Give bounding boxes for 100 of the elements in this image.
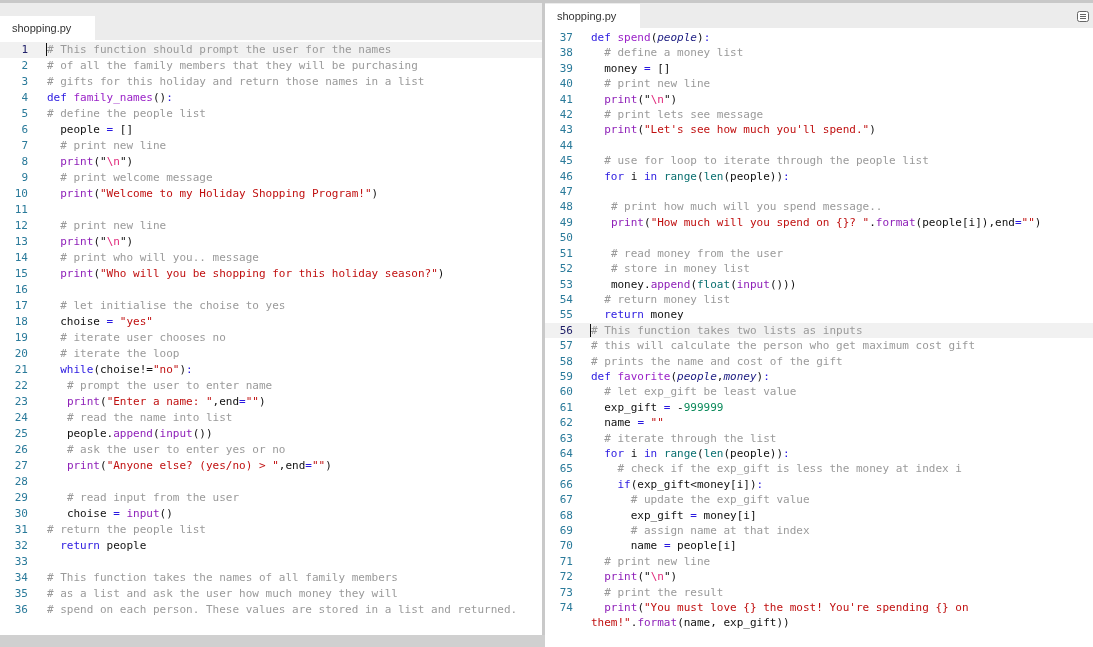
menu-icon[interactable] [1077, 11, 1089, 22]
line-number: 30 [13, 506, 28, 522]
code-line: choise = input() [65, 506, 174, 522]
code-line: while(choise!="no"): [59, 362, 194, 378]
code-line: exp_gift = money[i] [629, 507, 758, 523]
code-line: # prompt the user to enter name [65, 378, 274, 394]
code-line: print("Who will you be shopping for this holiday season?") [59, 266, 446, 282]
line-number: 49 [558, 214, 573, 231]
code-line: # let initialise the choise to yes [59, 298, 287, 314]
code-line: # This function should prompt the user for the names [47, 42, 393, 58]
code-line: print("\n") [59, 154, 135, 170]
text-cursor [46, 43, 47, 56]
line-number: 17 [13, 298, 28, 314]
line-number: 26 [13, 442, 28, 458]
code-line: # ask the user to enter yes or no [65, 442, 287, 458]
code-line: print("\n") [603, 91, 679, 108]
line-number: 39 [558, 60, 573, 77]
line-number: 36 [13, 602, 28, 618]
line-number: 25 [13, 426, 28, 442]
code-line: # This function takes the names of all family members [47, 570, 399, 586]
line-number: 37 [558, 30, 573, 46]
line-number: 10 [13, 186, 28, 202]
line-number: 67 [558, 492, 573, 508]
line-number: 4 [20, 90, 28, 106]
code-line: # print new line [603, 553, 712, 570]
code-line: print("Let's see how much you'll spend.") [603, 122, 877, 138]
line-number: 18 [13, 314, 28, 330]
code-line: # use for loop to iterate through the people list [603, 153, 930, 169]
code-line: def spend(people): [591, 30, 712, 46]
line-number: 27 [13, 458, 28, 474]
code-line: choise = "yes" [59, 314, 154, 330]
line-number: 32 [13, 538, 28, 554]
code-line: print("\n") [603, 569, 679, 585]
line-number: 31 [13, 522, 28, 538]
line-number: 24 [13, 410, 28, 426]
code-line: # define a money list [603, 45, 745, 61]
line-number: 3 [20, 74, 28, 90]
code-line: # spend on each person. These values are stored in a list and returned. [47, 602, 519, 618]
code-line: # define the people list [47, 106, 207, 122]
code-line: # update the exp_gift value [629, 492, 811, 508]
code-line: print("\n") [59, 234, 135, 250]
code-line: # check if the exp_gift is less the money at index i [616, 461, 963, 477]
code-line: # of all the family members that they will be purchasing [47, 58, 419, 74]
line-number: 34 [13, 570, 28, 586]
code-line: name = "" [603, 415, 665, 431]
code-line: # iterate the loop [59, 346, 181, 362]
code-line: # This function takes two lists as inputs [591, 322, 864, 339]
code-line: print("You must love {} the most! You're spending {} on them!".format(name, exp_gift)) [591, 600, 970, 631]
code-line: money = [] [603, 60, 672, 77]
code-line: for i in range(len(people)): [603, 445, 791, 462]
line-number: 2 [20, 58, 28, 74]
line-number: 11 [13, 202, 28, 218]
line-number: 8 [20, 154, 28, 170]
code-line: # as a list and ask the user how much money they will [47, 586, 399, 602]
line-number: 5 [20, 106, 28, 122]
code-line: # print the result [603, 584, 725, 601]
code-line: # store in money list [609, 261, 751, 277]
code-line: money.append(float(input())) [609, 276, 798, 292]
code-line: return people [59, 538, 148, 554]
code-line: # print who will you.. message [59, 250, 260, 266]
line-number: 20 [13, 346, 28, 362]
line-number: 43 [558, 122, 573, 138]
line-number: 19 [13, 330, 28, 346]
line-number: 58 [558, 353, 573, 369]
line-number: 14 [13, 250, 28, 266]
line-number: 57 [558, 338, 573, 354]
line-number: 16 [13, 282, 28, 298]
line-number: 55 [558, 307, 573, 323]
line-number: 12 [13, 218, 28, 234]
code-line: # read input from the user [65, 490, 241, 506]
code-line: return money [603, 307, 685, 323]
line-number: 59 [558, 368, 573, 385]
line-number: 53 [558, 276, 573, 292]
code-line: # prints the name and cost of the gift [591, 353, 844, 369]
line-number: 60 [558, 384, 573, 400]
line-number: 48 [558, 199, 573, 215]
line-number: 41 [558, 91, 573, 108]
line-number: 72 [558, 569, 573, 585]
code-line: people.append(input()) [65, 426, 214, 442]
line-number: 7 [20, 138, 28, 154]
code-line: # return money list [603, 291, 732, 308]
line-number: 40 [558, 76, 573, 92]
line-number: 69 [558, 523, 573, 539]
file-tab[interactable]: shopping.py [545, 4, 641, 28]
line-number: 33 [13, 554, 28, 570]
code-line: # return the people list [47, 522, 207, 538]
code-line: print("Anyone else? (yes/no) > ",end="") [65, 458, 333, 474]
line-number: 68 [558, 507, 573, 523]
line-number: 15 [13, 266, 28, 282]
line-number: 73 [558, 584, 573, 601]
line-number: 1 [20, 42, 28, 58]
line-number: 28 [13, 474, 28, 490]
code-line: print("How much will you spend on {}? ".format(people[i]),end="") [609, 214, 1043, 231]
line-number: 61 [558, 399, 573, 416]
text-cursor [590, 323, 591, 337]
code-line: # print new line [59, 218, 168, 234]
line-number: 47 [558, 184, 573, 200]
code-line: def favorite(people,money): [591, 368, 771, 385]
file-tab[interactable]: shopping.py [0, 16, 96, 40]
line-number: 65 [558, 461, 573, 477]
